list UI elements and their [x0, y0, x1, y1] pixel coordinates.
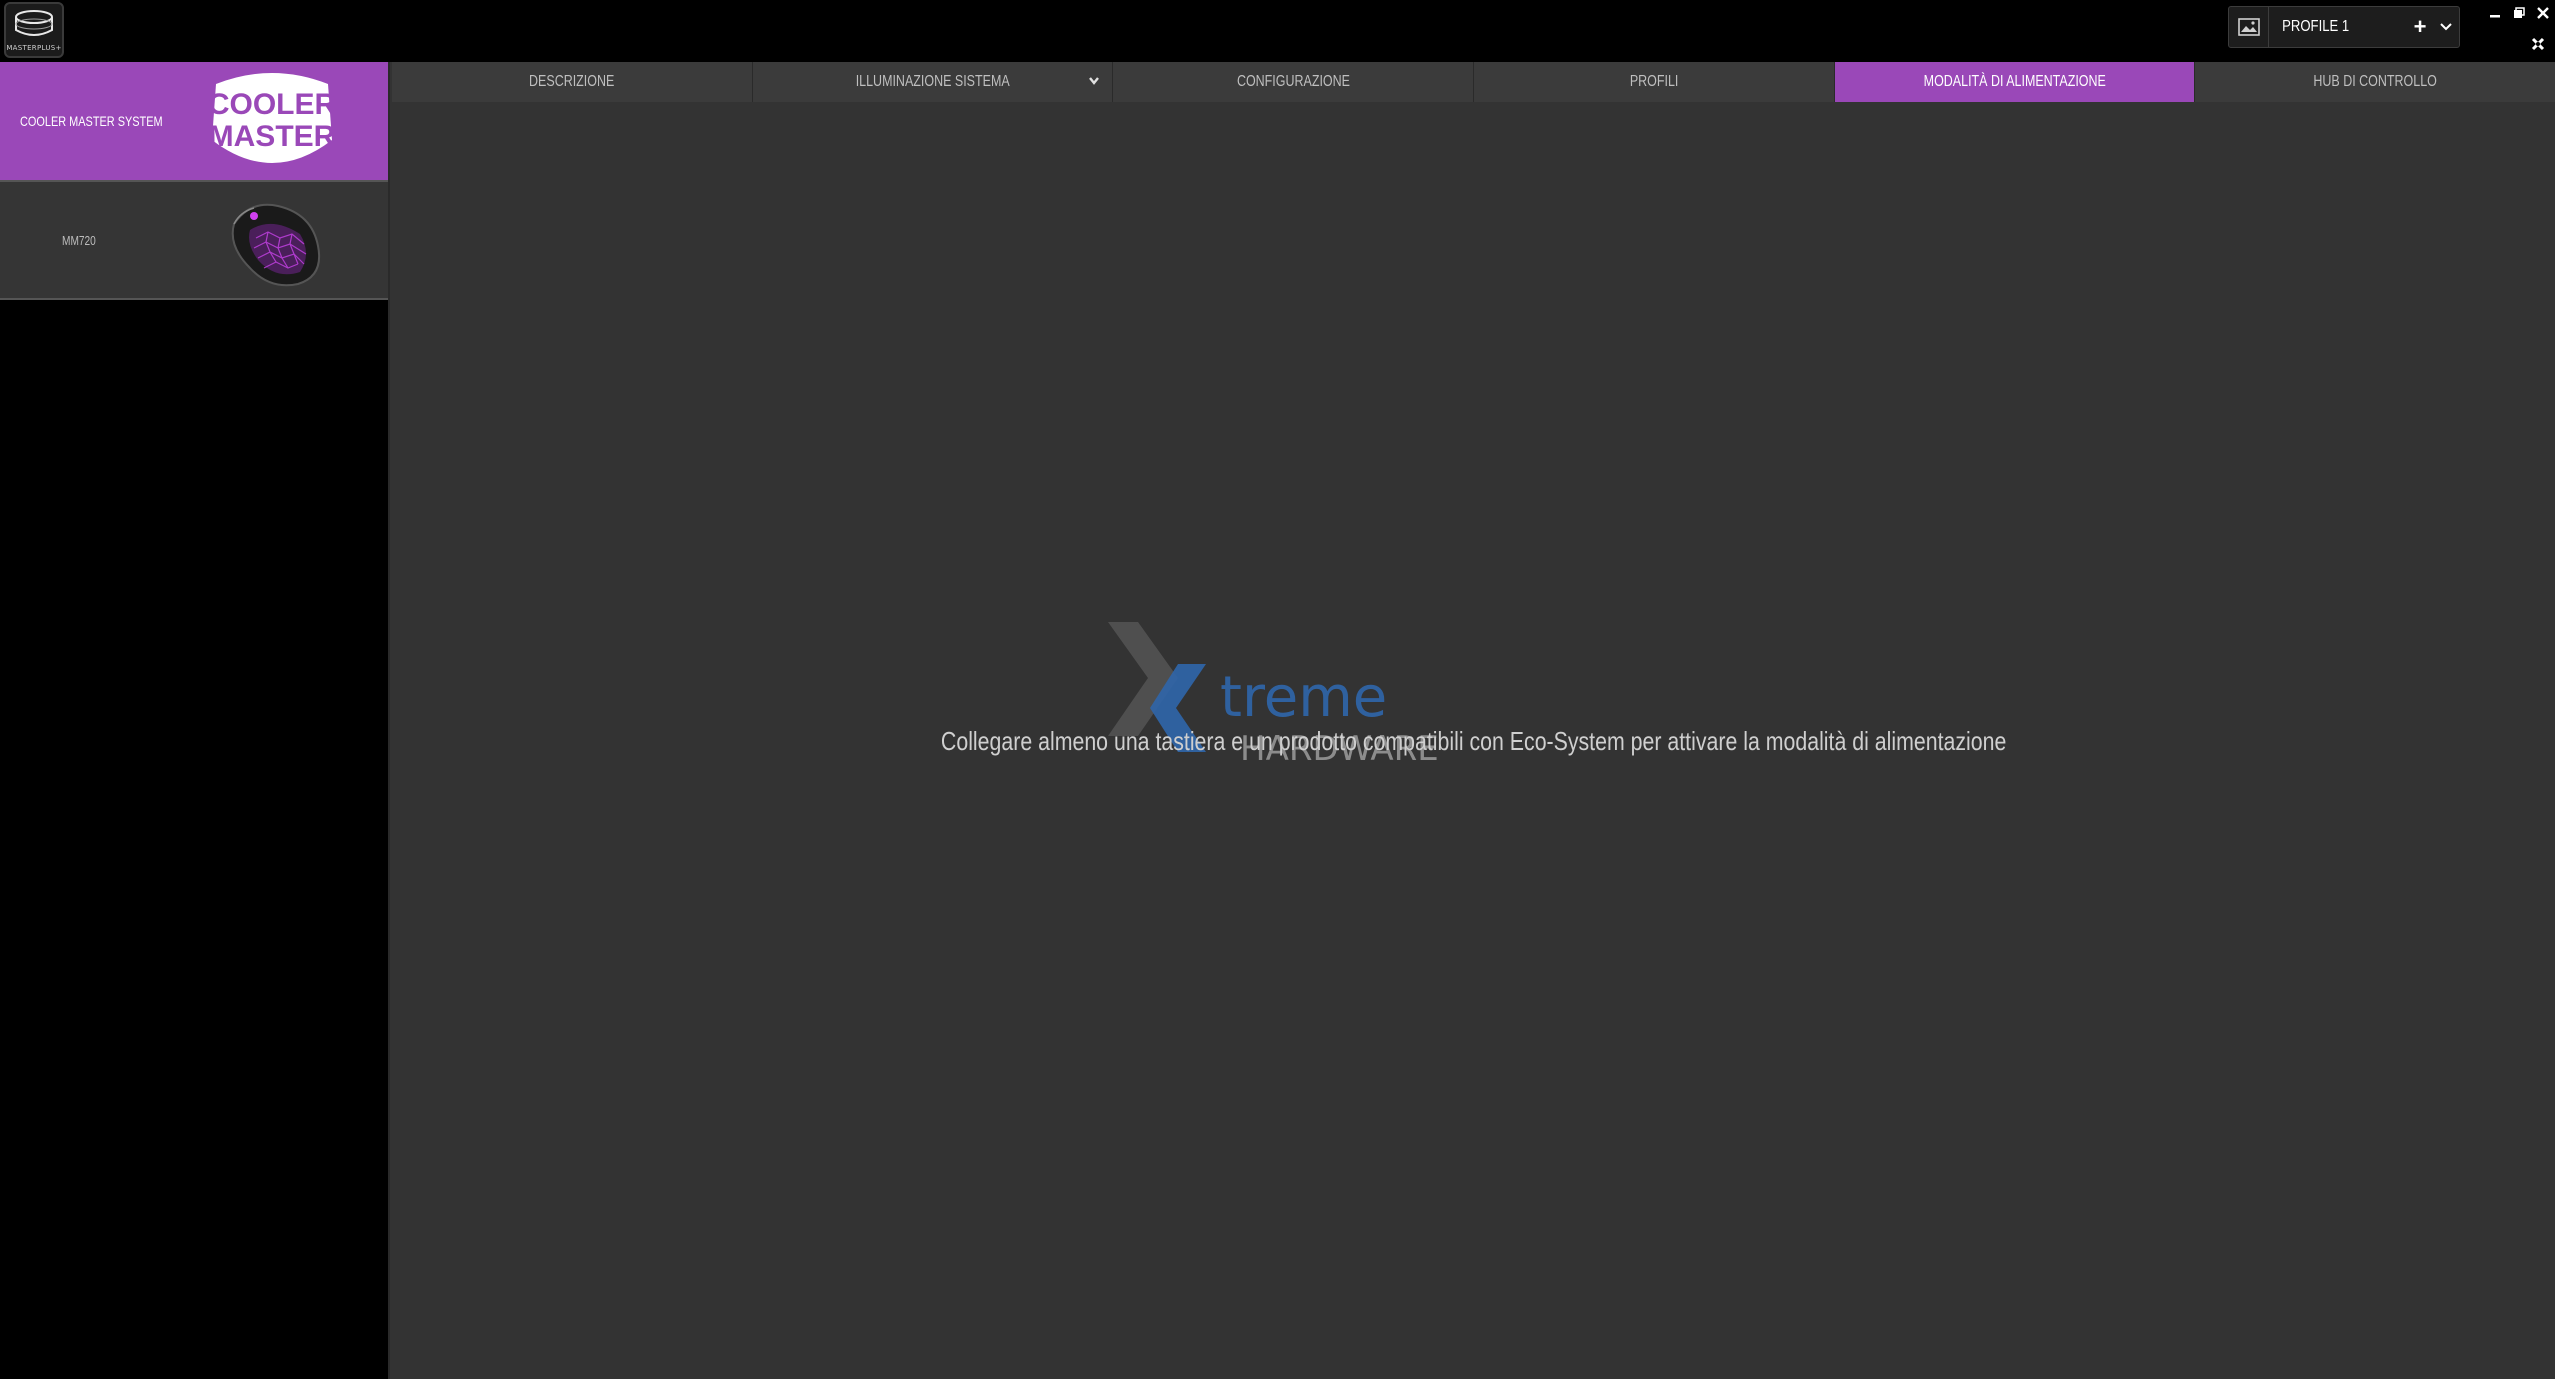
device-sidebar: COOLER MASTER SYSTEM COOLER MASTER MM720	[0, 62, 390, 1379]
title-bar: MASTERPLUS+ PROFILE 1 +	[0, 0, 2555, 62]
chevron-down-icon[interactable]	[2433, 23, 2459, 31]
image-icon[interactable]	[2229, 7, 2269, 47]
mouse-image	[231, 203, 320, 287]
eco-system-message: Collegare almeno una tastiera e un prodo…	[392, 726, 2555, 757]
tab-label: HUB DI CONTROLLO	[2313, 73, 2437, 90]
tab-modalita-di-alimentazione[interactable]: MODALITÀ DI ALIMENTAZIONE	[1834, 62, 2196, 102]
device-name: COOLER MASTER SYSTEM	[20, 113, 163, 129]
eco-system-message-text: Collegare almeno una tastiera e un prodo…	[940, 726, 2007, 756]
tab-label: CONFIGURAZIONE	[1236, 73, 1350, 90]
device-name: MM720	[62, 232, 96, 248]
sidebar-item-mm720[interactable]: MM720	[0, 182, 388, 300]
close-icon[interactable]	[2534, 4, 2552, 22]
window-controls	[2480, 4, 2552, 22]
tab-label: MODALITÀ DI ALIMENTAZIONE	[1923, 73, 2106, 90]
chevron-down-icon[interactable]	[1088, 76, 1100, 86]
app-window: MASTERPLUS+ PROFILE 1 + COOLER MASTER SY…	[0, 0, 2555, 1379]
restore-icon[interactable]	[2510, 4, 2528, 22]
masterplus-logo[interactable]: MASTERPLUS+	[4, 2, 64, 58]
tools-icon[interactable]	[2528, 34, 2548, 54]
app-logo-label: MASTERPLUS+	[6, 44, 62, 52]
main-panel: treme HARDWARE Collegare almeno una tast…	[392, 102, 2555, 1379]
tab-profili[interactable]: PROFILI	[1474, 62, 1835, 102]
cooler-master-logo: COOLER MASTER	[208, 73, 337, 163]
plus-icon[interactable]: +	[2407, 7, 2433, 47]
minimize-icon[interactable]	[2486, 4, 2504, 22]
tab-label: DESCRIZIONE	[529, 73, 615, 90]
tab-descrizione[interactable]: DESCRIZIONE	[392, 62, 753, 102]
cooler-master-logo-line-2: MASTER	[209, 120, 336, 153]
tab-configurazione[interactable]: CONFIGURAZIONE	[1113, 62, 1475, 102]
tab-bar: DESCRIZIONE ILLUMINAZIONE SISTEMA CONFIG…	[392, 62, 2555, 102]
profile-selector[interactable]: PROFILE 1 +	[2228, 6, 2460, 48]
tab-label: ILLUMINAZIONE SISTEMA	[855, 73, 1010, 90]
sidebar-item-cooler-master-system[interactable]: COOLER MASTER SYSTEM COOLER MASTER	[0, 62, 388, 182]
tab-illuminazione-sistema[interactable]: ILLUMINAZIONE SISTEMA	[752, 62, 1114, 102]
watermark-text-1: treme	[1220, 665, 1387, 730]
tab-hub-di-controllo[interactable]: HUB DI CONTROLLO	[2195, 62, 2555, 102]
cooler-master-logo-line-1: COOLER	[208, 88, 337, 121]
profile-name: PROFILE 1	[2282, 18, 2350, 35]
tab-label: PROFILI	[1629, 73, 1679, 90]
masterplus-ring-icon	[15, 10, 53, 36]
